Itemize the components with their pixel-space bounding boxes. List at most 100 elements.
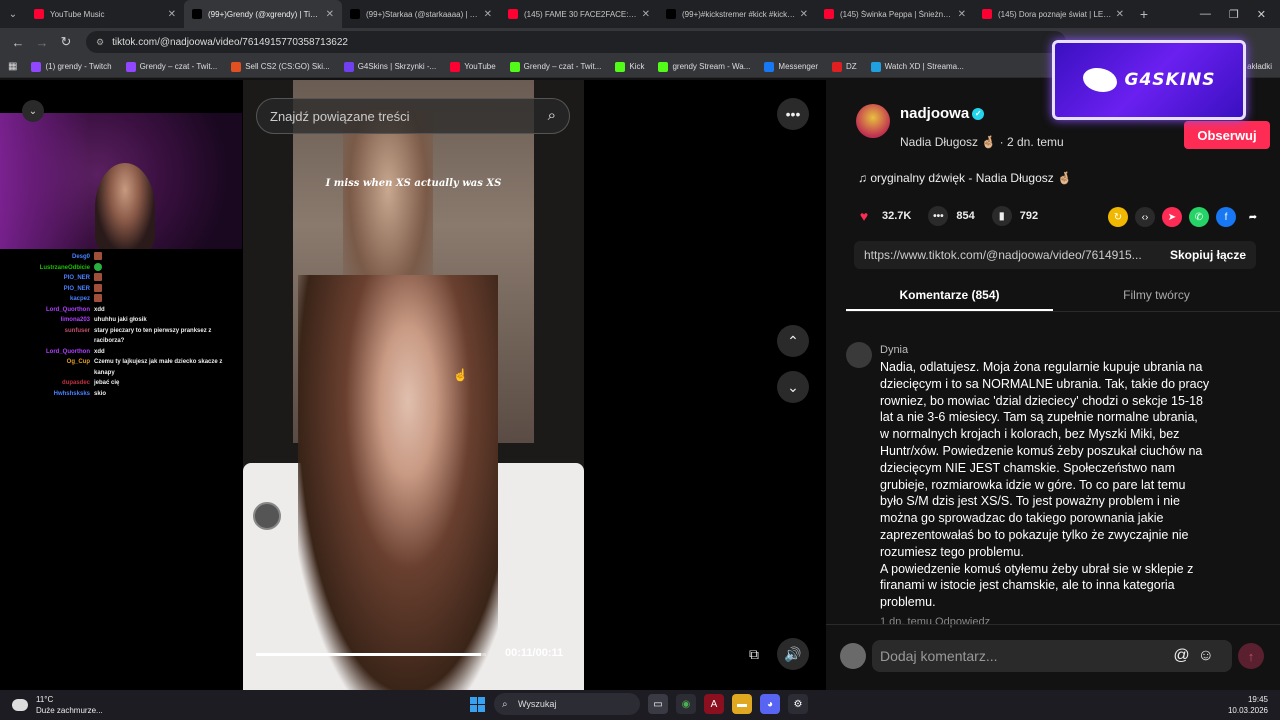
- video-progress-bar[interactable]: [256, 653, 486, 656]
- weather-widget[interactable]: 11°C Duże zachmurze...: [12, 694, 103, 716]
- browser-tab[interactable]: (99+)#kickstremer #kick #kickstre ✕: [658, 0, 816, 28]
- bookmark-item[interactable]: Watch XD | Streama...: [870, 61, 964, 72]
- file-explorer-icon[interactable]: ▬: [732, 694, 752, 714]
- browser-tab[interactable]: (145) Świnka Peppa | Śnieżny dzień ✕: [816, 0, 974, 28]
- chat-username[interactable]: PIO_NER: [0, 273, 94, 284]
- video-sticker: [253, 502, 281, 530]
- browser-tab[interactable]: YouTube Music ✕: [26, 0, 184, 28]
- close-video-button[interactable]: ⌄: [22, 100, 44, 122]
- embed-icon[interactable]: ‹›: [1135, 207, 1155, 227]
- start-menu-icon[interactable]: [470, 697, 485, 712]
- tab-close-icon[interactable]: ✕: [326, 9, 334, 20]
- bookmark-item[interactable]: (1) grendy - Twitch: [31, 61, 112, 72]
- chat-username[interactable]: sunfuser: [0, 326, 94, 347]
- bookmark-label: DZ: [845, 62, 857, 71]
- browser-tab[interactable]: (99+)Starkaa (@starkaaaa) | TikTok ✕: [342, 0, 500, 28]
- minimize-icon[interactable]: —: [1200, 8, 1211, 20]
- post-comment-button[interactable]: ↑: [1238, 643, 1264, 669]
- sound-link[interactable]: ♫ oryginalny dźwięk - Nadia Długosz 🤞🏼: [858, 171, 1072, 185]
- system-clock[interactable]: 19:45 10.03.2026: [1228, 694, 1268, 716]
- volume-icon[interactable]: 🔊: [777, 638, 809, 670]
- bookmark-item[interactable]: Messenger: [764, 61, 818, 72]
- browser-tab[interactable]: (99+)Grendy (@xgrendy) | TikTok ✕: [184, 0, 342, 28]
- commenter-name[interactable]: Dynia: [880, 344, 908, 356]
- bookmark-item[interactable]: G4Skins | Skrzynki -...: [343, 61, 436, 72]
- video-person: [298, 275, 498, 690]
- chat-username[interactable]: Lord_Quorthon: [0, 347, 94, 358]
- related-search-input[interactable]: Znajdź powiązane treści ⌕: [256, 98, 570, 134]
- facebook-icon[interactable]: f: [1216, 207, 1236, 227]
- pip-icon[interactable]: ⧉: [738, 638, 770, 670]
- bookmark-item[interactable]: YouTube: [450, 61, 496, 72]
- back-icon[interactable]: ←: [6, 35, 30, 50]
- reload-icon[interactable]: ↻: [54, 34, 78, 50]
- chat-username[interactable]: Desg0: [0, 252, 94, 263]
- commenter-avatar[interactable]: [846, 342, 872, 368]
- chat-username[interactable]: PIO_NER: [0, 284, 94, 295]
- bookmark-item[interactable]: Sell CS2 (CS:GO) Ski...: [231, 61, 330, 72]
- tab-title: (145) FAME 30 FACE2FACE: Wardęga: [524, 9, 638, 19]
- tab-search-icon[interactable]: ⌄: [0, 0, 26, 28]
- close-window-icon[interactable]: ✕: [1257, 8, 1266, 21]
- share-icon[interactable]: ➦: [1243, 207, 1263, 227]
- tab-close-icon[interactable]: ✕: [642, 9, 650, 20]
- site-info-icon[interactable]: ⚙: [96, 37, 104, 48]
- comment-input[interactable]: Dodaj komentarz... @☺: [872, 640, 1232, 672]
- chrome-icon[interactable]: ◉: [676, 694, 696, 714]
- tab-close-icon[interactable]: ✕: [958, 9, 966, 20]
- chat-username[interactable]: limona203: [0, 315, 94, 326]
- chat-username[interactable]: Hwhshsksks: [0, 389, 94, 400]
- forward-icon[interactable]: →: [30, 35, 54, 50]
- chat-username[interactable]: kacpez: [0, 294, 94, 305]
- tab-close-icon[interactable]: ✕: [168, 9, 176, 20]
- author-handle[interactable]: nadjoowa ✓: [900, 105, 985, 122]
- new-tab-button[interactable]: +: [1132, 6, 1156, 22]
- task-view-icon[interactable]: ▭: [648, 694, 668, 714]
- like-button[interactable]: ♥ 32.7K: [854, 206, 912, 226]
- save-button[interactable]: ▮ 792: [991, 206, 1038, 226]
- author-avatar[interactable]: [856, 104, 890, 138]
- browser-tab[interactable]: (145) Dora poznaje świat | LETNI ✕: [974, 0, 1132, 28]
- video-caption: I miss when XS actually was XS: [325, 178, 502, 189]
- follow-button[interactable]: Obserwuj: [1184, 121, 1270, 149]
- tab-favicon-icon: [350, 9, 360, 19]
- chat-username[interactable]: LustrzaneOdbicie: [0, 263, 94, 274]
- tab-creator-videos[interactable]: Filmy twórcy: [1053, 280, 1260, 311]
- mention-emoji-icons[interactable]: @☺: [1173, 647, 1222, 665]
- apps-icon[interactable]: ▦: [8, 61, 17, 72]
- more-options-button[interactable]: •••: [777, 98, 809, 130]
- comment-button[interactable]: ••• 854: [928, 206, 975, 226]
- tab-close-icon[interactable]: ✕: [1116, 9, 1124, 20]
- send-icon[interactable]: ➤: [1162, 207, 1182, 227]
- next-video-button[interactable]: ⌄: [777, 371, 809, 403]
- repost-icon[interactable]: ↻: [1108, 207, 1128, 227]
- video-player[interactable]: I miss when XS actually was XS: [243, 80, 584, 690]
- copy-link-button[interactable]: Skopiuj łącze: [1170, 248, 1246, 262]
- browser-tab[interactable]: (145) FAME 30 FACE2FACE: Wardęga ✕: [500, 0, 658, 28]
- tab-close-icon[interactable]: ✕: [484, 9, 492, 20]
- discord-icon[interactable]: ◕: [760, 694, 780, 714]
- taskbar-search[interactable]: ⌕ Wyszukaj: [494, 693, 640, 715]
- url-field[interactable]: ⚙ tiktok.com/@nadjoowa/video/76149157703…: [86, 31, 1066, 53]
- panel-tabs: Komentarze (854) Filmy twórcy: [846, 280, 1280, 312]
- bookmark-item[interactable]: Kick: [615, 61, 645, 72]
- bookmark-item[interactable]: grendy Stream - Wa...: [658, 61, 750, 72]
- maximize-icon[interactable]: ❐: [1229, 8, 1239, 21]
- all-bookmarks-link[interactable]: akładki: [1247, 62, 1272, 71]
- bookmark-item[interactable]: DZ: [831, 61, 857, 72]
- previous-video-button[interactable]: ⌃: [777, 325, 809, 357]
- chat-username[interactable]: Lord_Quorthon: [0, 305, 94, 316]
- whatsapp-icon[interactable]: ✆: [1189, 207, 1209, 227]
- chat-username[interactable]: dupasdec: [0, 378, 94, 389]
- app-a-icon[interactable]: A: [704, 694, 724, 714]
- bookmark-label: Kick: [629, 62, 645, 71]
- search-placeholder: Znajdź powiązane treści: [270, 108, 410, 124]
- tab-close-icon[interactable]: ✕: [800, 9, 808, 20]
- chat-text-content: xdd: [94, 306, 105, 313]
- steam-icon[interactable]: ⚙: [788, 694, 808, 714]
- bookmark-item[interactable]: Grendy – czat - Twit...: [509, 61, 601, 72]
- chat-username[interactable]: Og_Cup: [0, 357, 94, 378]
- search-icon[interactable]: ⌕: [548, 107, 556, 124]
- tab-comments[interactable]: Komentarze (854): [846, 280, 1053, 311]
- bookmark-item[interactable]: Grendy – czat - Twit...: [125, 61, 217, 72]
